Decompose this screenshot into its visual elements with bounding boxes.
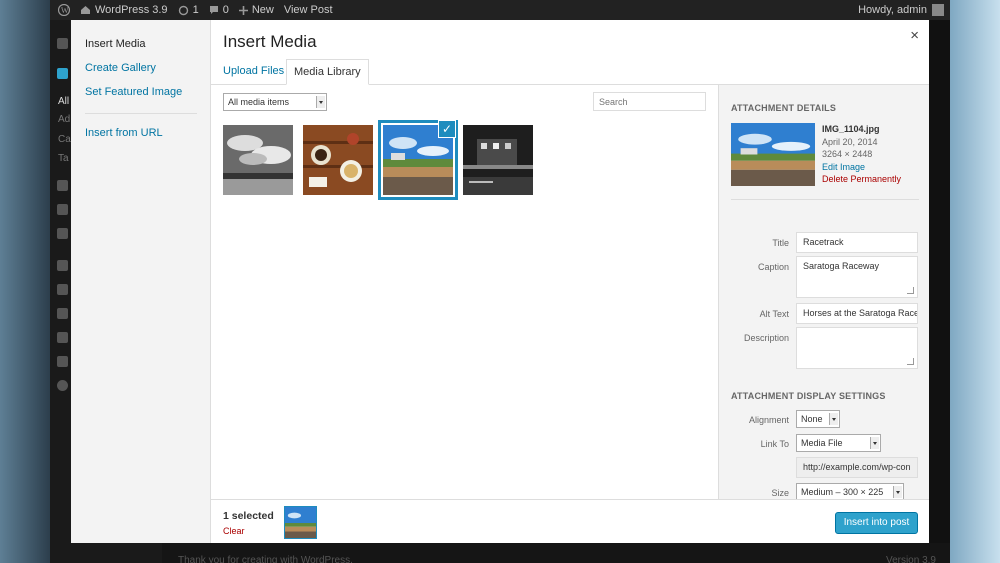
plus-icon: [238, 5, 248, 15]
svg-text:W: W: [61, 6, 69, 15]
attachment-thumbnail[interactable]: [463, 125, 533, 195]
dashboard-icon[interactable]: [57, 38, 68, 49]
footer-thanks: Thank you for creating with WordPress.: [178, 555, 353, 563]
admin-footer: Thank you for creating with WordPress. V…: [162, 543, 950, 563]
size-label: Size: [771, 488, 789, 498]
plugins-icon[interactable]: [57, 284, 68, 295]
comments-menu-icon[interactable]: [57, 228, 68, 239]
attachment-sidebar: ATTACHMENT DETAILS IMG_1104.jpg April 20…: [718, 85, 929, 501]
new-label: New: [251, 4, 274, 16]
appearance-icon[interactable]: [57, 260, 68, 271]
alignment-value: None: [801, 414, 823, 424]
site-name: WordPress 3.9: [95, 4, 168, 16]
menu-separator: [85, 113, 197, 114]
tab-upload-files[interactable]: Upload Files: [216, 59, 291, 85]
menu-fragment: Ta: [58, 153, 69, 164]
home-icon: [81, 6, 90, 14]
alt-text-field[interactable]: Horses at the Saratoga Race: [796, 303, 918, 324]
delete-permanently-link[interactable]: Delete Permanently: [822, 173, 901, 186]
menu-item-insert-from-url[interactable]: Insert from URL: [85, 127, 163, 139]
alignment-label: Alignment: [748, 415, 789, 425]
howdy-text: Howdy, admin: [858, 4, 927, 16]
link-url-field[interactable]: http://example.com/wp-con: [796, 457, 918, 478]
coffee-table-image: [303, 125, 373, 195]
link-to-value: Media File: [801, 438, 843, 448]
menu-item-set-featured-image[interactable]: Set Featured Image: [85, 86, 182, 98]
collapse-menu-icon[interactable]: [57, 380, 68, 391]
bw-street-image: [463, 125, 533, 195]
link-to-select[interactable]: Media File: [796, 434, 881, 452]
attachment-dimensions: 3264 × 2448: [822, 149, 873, 159]
attachment-details-heading: ATTACHMENT DETAILS: [731, 103, 837, 113]
chevron-down-icon: [316, 96, 325, 108]
attachment-filename: IMG_1104.jpg: [822, 124, 880, 134]
alignment-select[interactable]: None: [796, 410, 840, 428]
media-modal: Insert Media Create Gallery Set Featured…: [71, 20, 929, 543]
insert-into-post-button[interactable]: Insert into post: [835, 512, 918, 534]
updates-link[interactable]: 1: [178, 4, 199, 16]
link-to-label: Link To: [760, 439, 789, 449]
posts-icon[interactable]: [57, 68, 68, 79]
menu-fragment: Ca: [58, 134, 71, 145]
alt-text-label: Alt Text: [759, 309, 789, 319]
settings-icon[interactable]: [57, 356, 68, 367]
attachment-date: April 20, 2014: [822, 136, 878, 147]
account-menu[interactable]: Howdy, admin: [858, 0, 944, 20]
bw-landscape-image: [223, 125, 293, 195]
tools-icon[interactable]: [57, 332, 68, 343]
caption-field[interactable]: Saratoga Raceway: [796, 256, 918, 298]
menu-item-create-gallery[interactable]: Create Gallery: [85, 62, 156, 74]
chevron-down-icon: [829, 413, 838, 425]
media-menu: Insert Media Create Gallery Set Featured…: [71, 20, 211, 543]
wordpress-logo-icon[interactable]: W: [58, 4, 70, 16]
avatar: [932, 4, 944, 16]
media-filter-select[interactable]: All media items: [223, 93, 327, 111]
admin-bar: W WordPress 3.9 1 0 New View Post Howdy,…: [50, 0, 950, 20]
search-input[interactable]: [593, 92, 706, 111]
comments-count: 0: [222, 4, 229, 16]
description-label: Description: [743, 333, 789, 343]
edit-image-link[interactable]: Edit Image: [822, 161, 901, 174]
media-filter-value: All media items: [228, 97, 290, 107]
menu-fragment: Ad: [58, 114, 71, 125]
title-field[interactable]: Racetrack: [796, 232, 918, 253]
selection-thumbnail[interactable]: [284, 506, 317, 539]
chevron-down-icon: [870, 437, 879, 449]
new-content-link[interactable]: New: [238, 4, 274, 16]
footer-version: Version 3.9: [885, 555, 936, 563]
attachment-thumbnail[interactable]: [303, 125, 373, 195]
menu-fragment: All: [58, 96, 70, 107]
site-link[interactable]: WordPress 3.9: [80, 4, 168, 16]
clear-selection-link[interactable]: Clear: [223, 526, 245, 536]
attachment-info: IMG_1104.jpg April 20, 2014 3264 × 2448 …: [822, 123, 901, 186]
caption-label: Caption: [757, 262, 789, 272]
racetrack-image: [285, 507, 316, 538]
description-field[interactable]: [796, 327, 918, 369]
attachment-thumbnail[interactable]: [223, 125, 293, 195]
updates-count: 1: [192, 4, 199, 16]
title-label: Title: [772, 238, 789, 248]
tab-media-library[interactable]: Media Library: [286, 59, 369, 85]
attachment-preview: [731, 123, 815, 186]
pages-icon[interactable]: [57, 204, 68, 215]
racetrack-image: [731, 123, 815, 186]
checkmark-icon[interactable]: ✓: [438, 120, 456, 138]
selection-count: 1 selected: [223, 510, 274, 522]
close-icon[interactable]: ×: [910, 28, 919, 43]
media-toolbar: 1 selected Clear Insert into post: [211, 499, 929, 543]
refresh-icon: [178, 5, 188, 15]
comment-icon: [209, 6, 218, 14]
media-icon[interactable]: [57, 180, 68, 191]
size-value: Medium – 300 × 225: [801, 487, 884, 497]
view-post-link[interactable]: View Post: [284, 4, 333, 16]
sidebar-divider: [731, 199, 919, 200]
modal-title: Insert Media: [223, 32, 317, 51]
menu-item-insert-media[interactable]: Insert Media: [85, 38, 146, 50]
display-settings-heading: ATTACHMENT DISPLAY SETTINGS: [731, 391, 886, 401]
comments-link[interactable]: 0: [209, 4, 229, 16]
users-icon[interactable]: [57, 308, 68, 319]
chevron-down-icon: [893, 486, 902, 498]
